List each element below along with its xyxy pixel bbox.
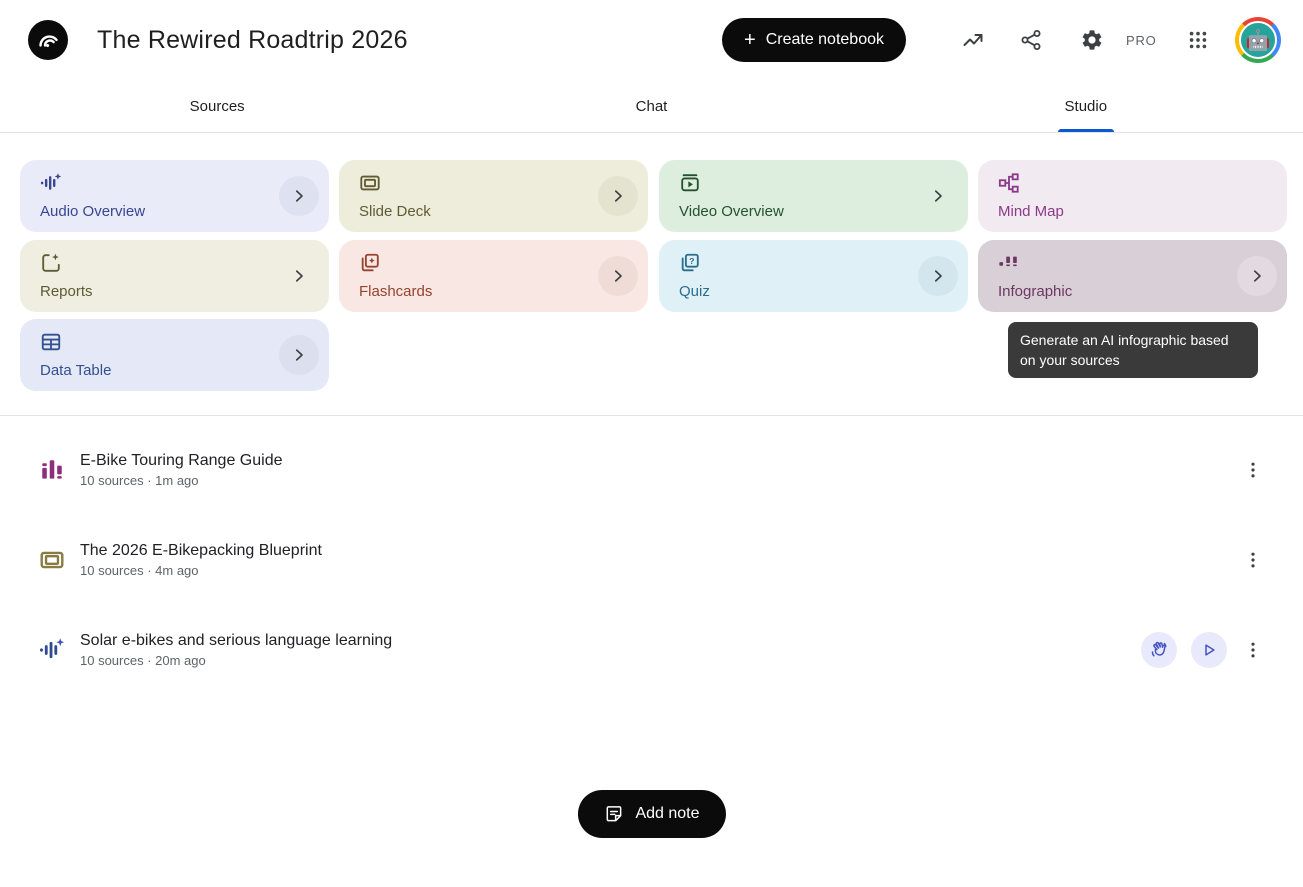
chevron-right-icon[interactable] bbox=[598, 176, 638, 216]
avatar-robot-image: 🤖 bbox=[1239, 21, 1277, 59]
chevron-right-icon[interactable] bbox=[279, 335, 319, 375]
card-mind-map[interactable]: Mind Map bbox=[978, 160, 1287, 232]
card-audio-overview[interactable]: Audio Overview bbox=[20, 160, 329, 232]
studio-item-infographic[interactable]: E-Bike Touring Range Guide 10 sources · … bbox=[0, 425, 1303, 515]
video-play-icon bbox=[679, 172, 701, 194]
account-avatar[interactable]: 🤖 bbox=[1235, 17, 1281, 63]
mind-map-icon bbox=[998, 172, 1020, 194]
infographic-tooltip: Generate an AI infographic based on your… bbox=[1008, 322, 1258, 378]
tab-sources[interactable]: Sources bbox=[0, 80, 434, 132]
quiz-cards-icon: ? bbox=[679, 252, 701, 274]
slide-frame-icon bbox=[359, 172, 381, 194]
card-label: Slide Deck bbox=[359, 203, 431, 220]
chevron-right-icon[interactable] bbox=[598, 256, 638, 296]
data-table-icon bbox=[40, 331, 62, 353]
chevron-right-icon[interactable] bbox=[1237, 256, 1277, 296]
card-label: Flashcards bbox=[359, 283, 432, 300]
studio-item-slide-deck[interactable]: The 2026 E-Bikepacking Blueprint 10 sour… bbox=[0, 515, 1303, 605]
pro-badge: PRO bbox=[1126, 33, 1157, 48]
studio-panel: Audio Overview Slide Deck Video Overview bbox=[0, 133, 1303, 416]
more-options-icon[interactable] bbox=[1241, 638, 1265, 662]
chevron-right-icon[interactable] bbox=[279, 176, 319, 216]
slide-deck-icon bbox=[39, 547, 65, 573]
analytics-icon[interactable] bbox=[961, 28, 985, 52]
item-title: The 2026 E-Bikepacking Blueprint bbox=[80, 542, 322, 560]
plus-icon: + bbox=[744, 30, 756, 50]
more-options-icon[interactable] bbox=[1241, 548, 1265, 572]
tab-chat-label: Chat bbox=[636, 98, 668, 115]
chevron-right-icon[interactable] bbox=[918, 256, 958, 296]
main-tabs: Sources Chat Studio bbox=[0, 80, 1303, 133]
infographic-bars-icon bbox=[998, 252, 1020, 274]
infographic-chart-icon bbox=[39, 457, 65, 483]
card-video-overview[interactable]: Video Overview bbox=[659, 160, 968, 232]
add-note-label: Add note bbox=[635, 805, 699, 823]
card-label: Infographic bbox=[998, 283, 1072, 300]
settings-gear-icon[interactable] bbox=[1080, 28, 1104, 52]
notebooklm-logo[interactable] bbox=[28, 20, 68, 60]
item-meta: 10 sources · 20m ago bbox=[80, 653, 392, 668]
audio-waveform-sparkle-icon bbox=[40, 172, 62, 194]
card-label: Reports bbox=[40, 283, 93, 300]
svg-text:?: ? bbox=[689, 256, 694, 266]
more-options-icon[interactable] bbox=[1241, 458, 1265, 482]
tab-sources-label: Sources bbox=[190, 98, 245, 115]
studio-item-audio-overview[interactable]: Solar e-bikes and serious language learn… bbox=[0, 605, 1303, 695]
play-button[interactable] bbox=[1191, 632, 1227, 668]
card-slide-deck[interactable]: Slide Deck bbox=[339, 160, 648, 232]
tab-studio-label: Studio bbox=[1065, 98, 1108, 115]
card-label: Data Table bbox=[40, 362, 111, 379]
report-sparkle-icon bbox=[40, 252, 62, 274]
create-notebook-label: Create notebook bbox=[766, 31, 884, 49]
card-label: Quiz bbox=[679, 283, 710, 300]
card-flashcards[interactable]: Flashcards bbox=[339, 240, 648, 312]
app-header: The Rewired Roadtrip 2026 + Create noteb… bbox=[0, 0, 1303, 80]
note-icon bbox=[603, 804, 623, 824]
page-title: The Rewired Roadtrip 2026 bbox=[97, 0, 408, 80]
item-title: Solar e-bikes and serious language learn… bbox=[80, 632, 392, 650]
tab-chat[interactable]: Chat bbox=[434, 80, 868, 132]
card-label: Video Overview bbox=[679, 203, 784, 220]
chevron-right-icon[interactable] bbox=[279, 256, 319, 296]
item-title: E-Bike Touring Range Guide bbox=[80, 452, 283, 470]
card-infographic[interactable]: Infographic bbox=[978, 240, 1287, 312]
logo-arc-icon bbox=[36, 28, 60, 52]
card-quiz[interactable]: ? Quiz bbox=[659, 240, 968, 312]
waving-hand-icon bbox=[1149, 640, 1169, 660]
audio-waveform-sparkle-icon bbox=[39, 637, 65, 663]
apps-grid-icon[interactable] bbox=[1186, 28, 1210, 52]
card-data-table[interactable]: Data Table bbox=[20, 319, 329, 391]
item-meta: 10 sources · 4m ago bbox=[80, 563, 322, 578]
item-meta: 10 sources · 1m ago bbox=[80, 473, 283, 488]
card-label: Mind Map bbox=[998, 203, 1064, 220]
tab-studio[interactable]: Studio bbox=[869, 80, 1303, 132]
card-reports[interactable]: Reports bbox=[20, 240, 329, 312]
share-icon[interactable] bbox=[1019, 28, 1043, 52]
interactive-mode-button[interactable] bbox=[1141, 632, 1177, 668]
chevron-right-icon[interactable] bbox=[918, 176, 958, 216]
flashcards-star-icon bbox=[359, 252, 381, 274]
active-tab-underline bbox=[1058, 129, 1114, 132]
create-notebook-button[interactable]: + Create notebook bbox=[722, 18, 906, 62]
play-icon bbox=[1200, 641, 1218, 659]
add-note-button[interactable]: Add note bbox=[577, 790, 725, 838]
card-label: Audio Overview bbox=[40, 203, 145, 220]
